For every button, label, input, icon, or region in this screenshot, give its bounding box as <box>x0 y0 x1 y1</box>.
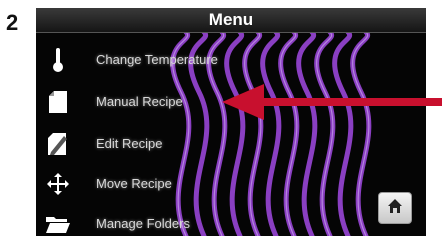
folder-icon <box>44 211 72 236</box>
menu-item-label: Move Recipe <box>96 176 172 191</box>
menu-item-label: Change Temperature <box>96 52 218 67</box>
home-icon <box>387 198 403 219</box>
red-pointer-arrow <box>222 84 442 120</box>
document-icon <box>44 89 72 115</box>
menu-item-manage-folders[interactable]: Manage Folders <box>36 204 336 236</box>
touch-screen: Menu Change Temperature Manual Recipe Ed… <box>36 8 426 236</box>
menu-item-move-recipe[interactable]: Move Recipe <box>36 164 336 204</box>
home-button[interactable] <box>378 192 412 224</box>
edit-document-icon <box>44 131 72 157</box>
thermometer-icon <box>44 47 72 73</box>
menu-item-change-temperature[interactable]: Change Temperature <box>36 40 336 80</box>
menu-item-edit-recipe[interactable]: Edit Recipe <box>36 124 336 164</box>
menu-item-label: Manual Recipe <box>96 94 183 109</box>
move-arrows-icon <box>44 171 72 197</box>
step-number: 2 <box>6 10 19 35</box>
menu-item-label: Manage Folders <box>96 216 190 231</box>
menu-title: Menu <box>36 8 426 33</box>
menu-item-label: Edit Recipe <box>96 136 163 151</box>
